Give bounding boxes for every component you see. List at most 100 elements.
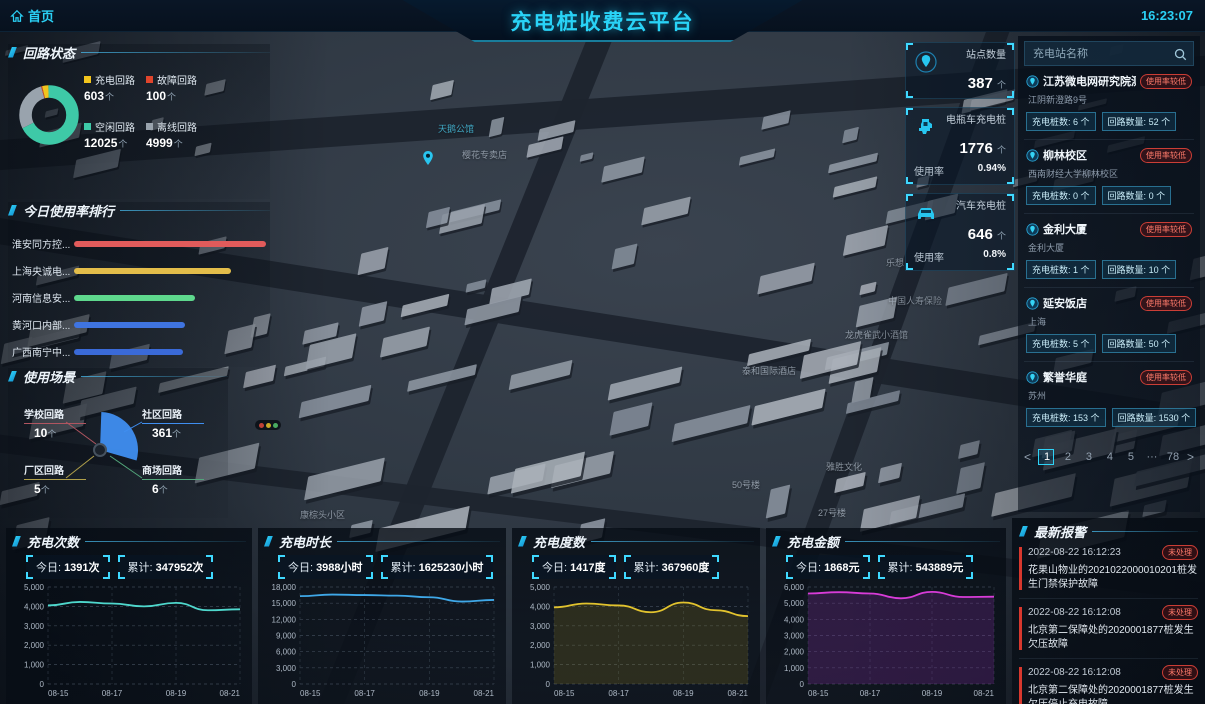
panel-title: 今日使用率排行 — [23, 203, 115, 219]
map-place-label: 乐想 — [886, 258, 905, 268]
svg-text:08-21: 08-21 — [974, 689, 995, 698]
station-list-item[interactable]: 延安饭店 使用率较低 上海 充电桩数: 5 个 回路数量: 50 个 — [1024, 288, 1194, 362]
panel-slash-icon — [8, 46, 17, 58]
legend-label: 充电回路 — [95, 76, 135, 87]
home-button[interactable]: 首页 — [10, 6, 54, 25]
ebike-icon — [919, 119, 932, 134]
map-pin-icon[interactable] — [420, 150, 436, 166]
panel-slash-icon — [1019, 525, 1028, 537]
rank-row: 广西南宁中... — [8, 338, 270, 365]
station-list-item[interactable]: 繁誉华庭 使用率较低 苏州 充电桩数: 153 个 回路数量: 1530 个 — [1024, 362, 1197, 435]
page-number[interactable]: 5 — [1124, 451, 1138, 463]
svg-text:08-15: 08-15 — [554, 689, 575, 698]
legend-label: 故障回路 — [157, 76, 197, 87]
map-place-label: 天鹅公馆 — [438, 124, 475, 134]
station-name: 延安饭店 — [1043, 298, 1087, 310]
total-stat: 累计: 543889元 — [878, 555, 974, 579]
pagination: < 1 2 3 4 5 ··· 78 > — [1024, 449, 1194, 465]
clock: 16:23:07 — [1140, 8, 1193, 23]
station-name: 繁誉华庭 — [1043, 372, 1087, 384]
circuit-count-tag: 回路数量: 0 个 — [1101, 186, 1172, 205]
total-stat: 累计: 367960度 — [624, 555, 720, 579]
page-number[interactable]: 1 — [1038, 449, 1054, 465]
unhandled-badge: 未处理 — [1162, 605, 1198, 620]
prev-page-button[interactable]: < — [1024, 450, 1031, 464]
alarm-item[interactable]: 2022-08-22 16:12:23 未处理 花果山物业的2021022000… — [1019, 539, 1198, 599]
charge-money-chart: 0 1,000 2,000 3,000 4,000 5,000 6,000 08-15 08-1… — [784, 583, 995, 698]
pile-count-tag: 充电桩数: 1 个 — [1026, 260, 1096, 279]
station-pin-icon — [1026, 296, 1039, 310]
charge-energy-chart: 0 1,000 2,000 3,000 4,000 5,000 08-15 08-17 08-1… — [530, 583, 749, 698]
page-ellipsis: ··· — [1146, 451, 1158, 463]
stat-label: 站点数量 — [966, 50, 1006, 61]
panel-rule — [81, 375, 228, 377]
stat-value: 387 — [967, 75, 993, 92]
legend-swatch — [146, 76, 153, 83]
page-number[interactable]: 78 — [1166, 451, 1180, 463]
rank-bar — [74, 321, 266, 328]
next-page-button[interactable]: > — [1187, 450, 1194, 464]
svg-text:1,000: 1,000 — [24, 661, 45, 670]
svg-text:0: 0 — [40, 680, 45, 689]
svg-text:15,000: 15,000 — [272, 599, 297, 608]
legend-label: 离线回路 — [157, 123, 197, 134]
svg-text:08-19: 08-19 — [673, 689, 694, 698]
page-number[interactable]: 4 — [1103, 451, 1117, 463]
today-stat: 今日: 3988小时 — [278, 555, 373, 579]
panel-rule — [337, 540, 500, 542]
svg-text:3,000: 3,000 — [276, 664, 297, 673]
legend-value: 100 — [146, 89, 167, 103]
panel-rule — [1092, 530, 1198, 532]
alarm-item[interactable]: 2022-08-22 16:12:08 未处理 北京第二保障处的20200018… — [1019, 659, 1198, 704]
today-stat: 今日: 1391次 — [26, 555, 110, 579]
circuit-count-tag: 回路数量: 1530 个 — [1111, 408, 1197, 427]
circuit-count-tag: 回路数量: 52 个 — [1101, 112, 1177, 131]
panel-title: 充电时长 — [279, 534, 332, 550]
alarm-time: 2022-08-22 16:12:08 — [1028, 607, 1121, 618]
rank-label: 广西南宁中... — [12, 348, 71, 359]
station-pin-icon — [1026, 370, 1039, 384]
svg-text:4,000: 4,000 — [530, 602, 551, 611]
station-list-item[interactable]: 金利大厦 使用率较低 金利大厦 充电桩数: 1 个 回路数量: 10 个 — [1024, 214, 1194, 288]
rank-row: 淮安同方控... — [8, 230, 270, 257]
panel-slash-icon — [8, 370, 17, 382]
circuit-legend: 充电回路 603个 故障回路 100个 空闲回路 12025个 离线回路 499… — [84, 72, 206, 150]
search-icon[interactable] — [1173, 47, 1188, 62]
page-title: 充电桩收费云平台 — [510, 11, 695, 34]
station-list-item[interactable]: 柳林校区 使用率较低 西南财经大学柳林校区 充电桩数: 0 个 回路数量: 0 … — [1024, 140, 1194, 214]
stat-value: 646 — [967, 226, 993, 243]
panel-slash-icon — [518, 535, 527, 547]
alarm-item[interactable]: 2022-08-22 16:12:08 未处理 北京第二保障处的20200018… — [1019, 599, 1198, 659]
map-place-label: 樱花专卖店 — [462, 150, 508, 160]
panel-slash-icon — [8, 204, 17, 216]
top-header: 首页 充电桩收费云平台 16:23:07 — [0, 0, 1205, 42]
legend-item: 故障回路 100个 — [146, 72, 206, 103]
car-icon — [918, 208, 934, 219]
page-number[interactable]: 3 — [1082, 451, 1096, 463]
svg-text:08-17: 08-17 — [102, 689, 123, 698]
stat-unit: 个 — [996, 80, 1006, 90]
legend-value: 4999 — [146, 136, 173, 150]
rank-label: 淮安同方控... — [12, 240, 71, 251]
search-input[interactable] — [1025, 42, 1193, 65]
map-place-label: 中国人寿保险 — [888, 296, 943, 306]
map-place-label: 康棕头小区 — [300, 510, 346, 520]
alarm-message: 北京第二保障处的2020001877桩发生欠压故障 — [1028, 625, 1194, 650]
traffic-light-icon — [255, 420, 281, 430]
svg-text:08-21: 08-21 — [474, 689, 495, 698]
stat-unit: 个 — [996, 231, 1006, 241]
pile-count-tag: 充电桩数: 0 个 — [1026, 186, 1096, 205]
low-usage-badge: 使用率较低 — [1140, 147, 1192, 163]
rank-bar — [74, 348, 266, 355]
panel-usage-ranking: 今日使用率排行 淮安同方控... 上海央诚电... 河南信息安... 黄河口内部… — [8, 202, 270, 367]
scene-label: 厂区回路 5个 — [24, 462, 86, 496]
dashboard-screen: 天鹅公馆 樱花专卖店 乐想 中国人寿保险 龙虎雀武小酒馆 泰和国际酒店 雅胜文化 康棕头小区 5… — [0, 0, 1205, 704]
rate-label: 使用率 — [914, 253, 944, 264]
station-list-item[interactable]: 江苏微电网研究院测试 使用率较低 江阴新澄路9号 充电桩数: 6 个 回路数量:… — [1024, 66, 1194, 140]
svg-text:08-15: 08-15 — [808, 689, 829, 698]
stat-unit: 个 — [996, 145, 1006, 155]
home-icon — [10, 9, 24, 22]
stat-card-ebike-piles: 电瓶车充电桩 1776 个 使用率 0.94% — [905, 107, 1015, 185]
svg-text:08-15: 08-15 — [48, 689, 69, 698]
page-number[interactable]: 2 — [1061, 451, 1075, 463]
